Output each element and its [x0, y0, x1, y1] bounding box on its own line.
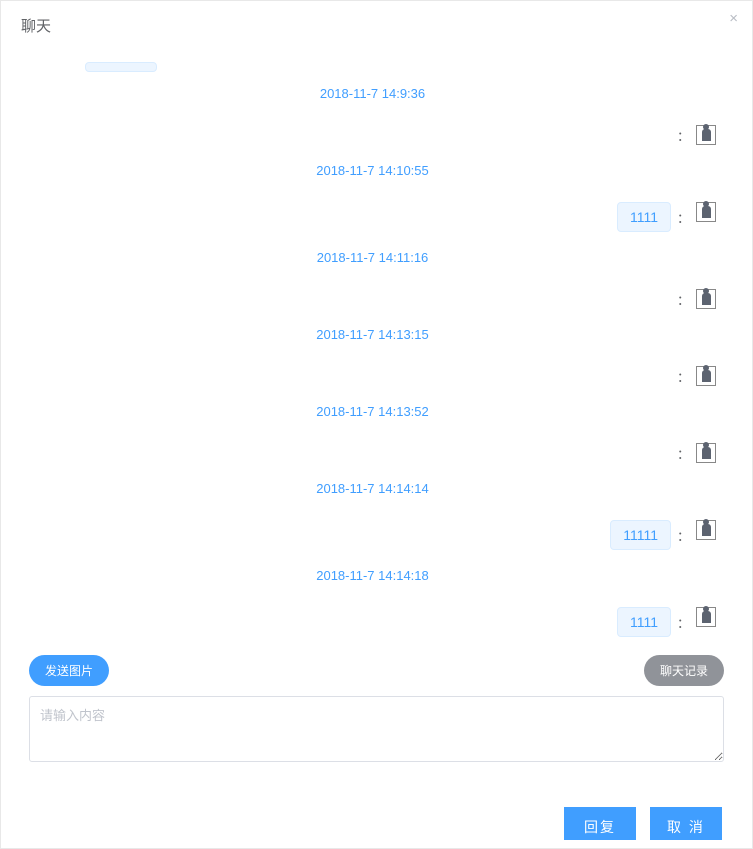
person-icon — [702, 447, 711, 459]
avatar — [696, 125, 716, 145]
message-row: ： — [29, 443, 716, 463]
colon-separator: ： — [677, 126, 690, 145]
timestamp: 2018-11-7 14:13:15 — [29, 327, 716, 342]
timestamp: 2018-11-7 14:9:36 — [29, 86, 716, 101]
avatar — [696, 607, 716, 627]
person-icon — [702, 524, 711, 536]
timestamp: 2018-11-7 14:11:16 — [29, 250, 716, 265]
message-row: 1111 ： — [29, 202, 716, 232]
colon-separator: ： — [677, 613, 690, 632]
action-row: 发送图片 聊天记录 — [1, 647, 752, 692]
message-bubble: 1111 — [617, 202, 671, 232]
person-icon — [702, 611, 711, 623]
person-icon — [702, 293, 711, 305]
timestamp: 2018-11-7 14:14:14 — [29, 481, 716, 496]
avatar — [696, 366, 716, 386]
cancel-button[interactable]: 取 消 — [650, 807, 722, 840]
close-icon[interactable]: × — [729, 11, 738, 26]
message-input[interactable] — [29, 696, 724, 762]
person-icon — [702, 370, 711, 382]
timestamp: 2018-11-7 14:10:55 — [29, 163, 716, 178]
message-row: ： — [29, 289, 716, 309]
person-icon — [702, 206, 711, 218]
avatar — [696, 520, 716, 540]
message-row: 11111 ： — [29, 520, 716, 550]
avatar — [696, 443, 716, 463]
message-row: ： — [29, 366, 716, 386]
modal-title: 聊天 — [21, 15, 732, 36]
input-area — [1, 692, 752, 777]
message-bubble: 1111 — [617, 607, 671, 637]
message-row: ： — [29, 125, 716, 145]
avatar — [696, 202, 716, 222]
chat-history-button[interactable]: 聊天记录 — [644, 655, 724, 686]
colon-separator: ： — [677, 208, 690, 227]
person-icon — [702, 129, 711, 141]
partial-bubble — [85, 62, 157, 72]
chat-body: 2018-11-7 14:9:36 ： 2018-11-7 14:10:55 1111… — [1, 48, 752, 647]
timestamp: 2018-11-7 14:14:18 — [29, 568, 716, 583]
colon-separator: ： — [677, 367, 690, 386]
colon-separator: ： — [677, 526, 690, 545]
reply-button[interactable]: 回复 — [564, 807, 636, 840]
modal-header: 聊天 × — [1, 1, 752, 48]
message-bubble: 11111 — [610, 520, 671, 550]
send-image-button[interactable]: 发送图片 — [29, 655, 109, 686]
footer: 回复 取 消 — [1, 777, 752, 848]
avatar — [696, 289, 716, 309]
chat-scroll-area[interactable]: 2018-11-7 14:9:36 ： 2018-11-7 14:10:55 1111… — [29, 48, 724, 647]
message-row: 1111 ： — [29, 607, 716, 637]
colon-separator: ： — [677, 444, 690, 463]
colon-separator: ： — [677, 290, 690, 309]
chat-modal: 聊天 × 2018-11-7 14:9:36 ： 2018-11-7 14:10:5… — [0, 0, 753, 849]
timestamp: 2018-11-7 14:13:52 — [29, 404, 716, 419]
